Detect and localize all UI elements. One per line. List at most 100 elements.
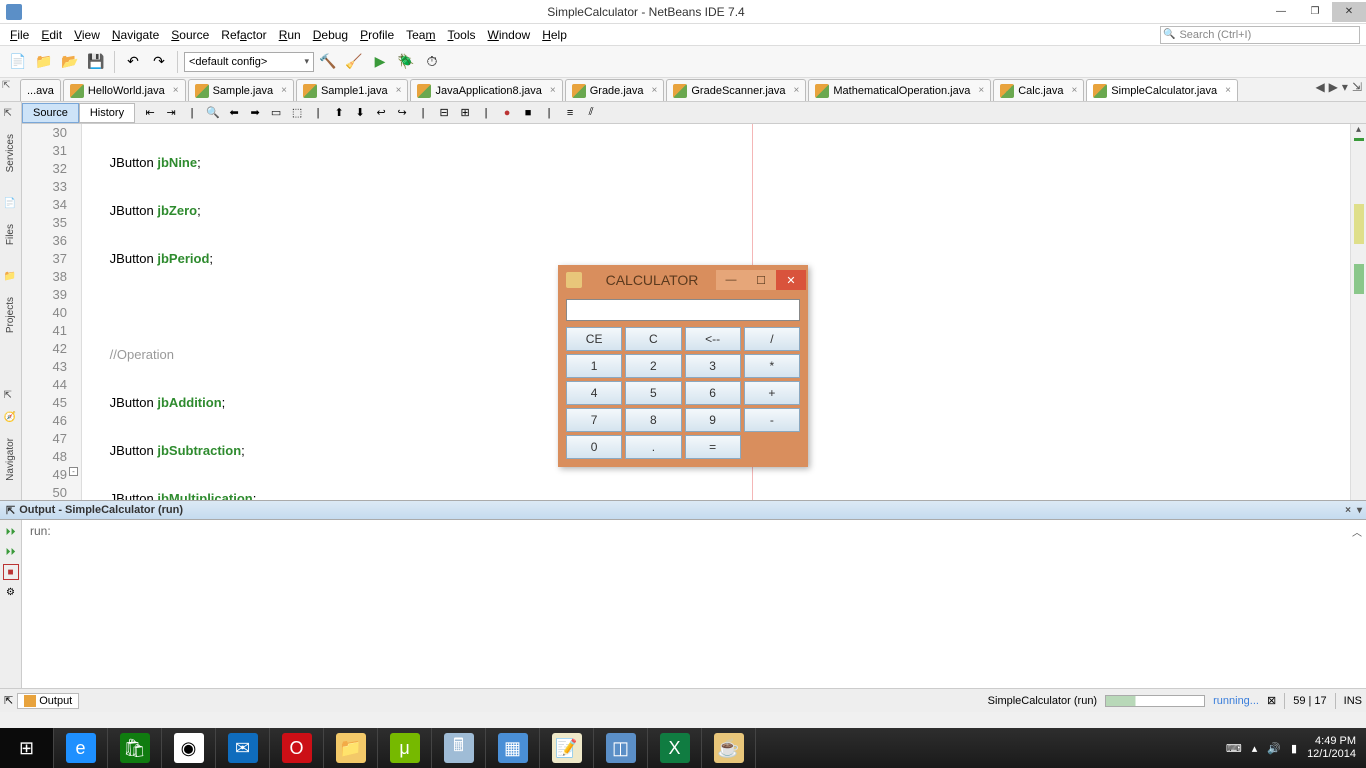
tab-next-button[interactable]: ▶ bbox=[1329, 80, 1338, 94]
tab-calc[interactable]: Calc.java× bbox=[993, 79, 1084, 101]
clean-build-button[interactable]: 🧹 bbox=[342, 50, 366, 74]
close-icon[interactable]: × bbox=[1225, 85, 1231, 96]
toggle-highlight-icon[interactable]: ▭ bbox=[267, 104, 285, 122]
calc-maximize-button[interactable]: ☐ bbox=[746, 270, 776, 290]
calc-display[interactable] bbox=[566, 299, 800, 321]
find-prev-icon[interactable]: ⬅ bbox=[225, 104, 243, 122]
taskbar-app1[interactable]: ▦ bbox=[486, 728, 540, 768]
calc-btn-<--[interactable]: <-- bbox=[685, 327, 741, 351]
close-icon[interactable]: × bbox=[1345, 505, 1351, 516]
build-button[interactable]: 🔨 bbox=[316, 50, 340, 74]
sidebar-projects[interactable]: Projects bbox=[4, 293, 17, 337]
tab-sample[interactable]: Sample.java× bbox=[188, 79, 294, 101]
restore-icon[interactable]: ⇱ bbox=[4, 694, 13, 707]
sidebar-services[interactable]: Services bbox=[4, 130, 17, 176]
shift-right-icon[interactable]: ⬇ bbox=[351, 104, 369, 122]
close-icon[interactable]: × bbox=[173, 85, 179, 96]
start-button[interactable]: ⊞ bbox=[0, 728, 54, 768]
taskbar-chrome[interactable]: ◉ bbox=[162, 728, 216, 768]
menu-debug[interactable]: Debug bbox=[307, 26, 354, 44]
calc-btn-5[interactable]: 5 bbox=[625, 381, 681, 405]
new-file-button[interactable]: 📄 bbox=[6, 50, 30, 74]
settings-icon[interactable]: ⚙ bbox=[3, 584, 19, 600]
minimize-button[interactable]: — bbox=[1264, 2, 1298, 22]
taskbar-store[interactable]: 🛍 bbox=[108, 728, 162, 768]
taskbar-calc[interactable]: 🖩 bbox=[432, 728, 486, 768]
taskbar-notepad[interactable]: 📝 bbox=[540, 728, 594, 768]
comment-icon[interactable]: ⊟ bbox=[435, 104, 453, 122]
menu-file[interactable]: File bbox=[4, 26, 35, 44]
indent-icon[interactable]: ≡ bbox=[561, 104, 579, 122]
tab-mathop[interactable]: MathematicalOperation.java× bbox=[808, 79, 991, 101]
tab-max-button[interactable]: ⇲ bbox=[1352, 80, 1362, 94]
tab-prev-button[interactable]: ◀ bbox=[1315, 80, 1324, 94]
close-icon[interactable]: × bbox=[550, 85, 556, 96]
tab-pin-icon[interactable]: ⇱ bbox=[2, 80, 10, 91]
calc-btn-4[interactable]: 4 bbox=[566, 381, 622, 405]
tab-list-button[interactable]: ▾ bbox=[1342, 80, 1348, 94]
config-combo[interactable]: <default config> bbox=[184, 52, 314, 72]
output-tab-button[interactable]: Output bbox=[17, 693, 79, 709]
calc-btn-7[interactable]: 7 bbox=[566, 408, 622, 432]
collapse-icon[interactable]: ︿ bbox=[1352, 524, 1362, 539]
rerun-icon[interactable]: ⏵⏵ bbox=[3, 524, 19, 540]
history-tab[interactable]: History bbox=[79, 103, 135, 123]
fold-toggle[interactable]: - bbox=[69, 467, 78, 476]
open-project-button[interactable]: 📂 bbox=[58, 50, 82, 74]
close-icon[interactable]: × bbox=[396, 85, 402, 96]
macro-stop-icon[interactable]: ■ bbox=[519, 104, 537, 122]
run-button[interactable]: ▶ bbox=[368, 50, 392, 74]
ins-mode[interactable]: INS bbox=[1344, 695, 1362, 707]
network-icon[interactable]: ▮ bbox=[1291, 742, 1297, 755]
menu-source[interactable]: Source bbox=[165, 26, 215, 44]
calc-btn-/[interactable]: / bbox=[744, 327, 800, 351]
volume-icon[interactable]: 🔊 bbox=[1267, 742, 1281, 755]
tab-helloworld[interactable]: HelloWorld.java× bbox=[63, 79, 186, 101]
stop-icon[interactable]: ■ bbox=[3, 564, 19, 580]
menu-team[interactable]: Team bbox=[400, 26, 441, 44]
calc-btn-0[interactable]: 0 bbox=[566, 435, 622, 459]
debug-button[interactable]: 🪲 bbox=[394, 50, 418, 74]
find-sel-icon[interactable]: 🔍 bbox=[204, 104, 222, 122]
taskbar-netbeans[interactable]: ◫ bbox=[594, 728, 648, 768]
restore-icon[interactable]: ⇱ bbox=[4, 108, 18, 122]
find-next-icon[interactable]: ➡ bbox=[246, 104, 264, 122]
menu-window[interactable]: Window bbox=[482, 26, 537, 44]
rerun2-icon[interactable]: ⏵⏵ bbox=[3, 544, 19, 560]
nav-fwd-icon[interactable]: ⇥ bbox=[162, 104, 180, 122]
error-stripe[interactable]: ▴ bbox=[1350, 124, 1366, 500]
calc-btn-9[interactable]: 9 bbox=[685, 408, 741, 432]
menu-run[interactable]: Run bbox=[273, 26, 307, 44]
prev-bookmark-icon[interactable]: ↩ bbox=[372, 104, 390, 122]
macro-record-icon[interactable]: ● bbox=[498, 104, 516, 122]
tab-gradescanner[interactable]: GradeScanner.java× bbox=[666, 79, 806, 101]
pin-icon[interactable]: ⇱ bbox=[6, 504, 15, 517]
uncomment-icon[interactable]: ⊞ bbox=[456, 104, 474, 122]
calc-btn-6[interactable]: 6 bbox=[685, 381, 741, 405]
taskbar-excel[interactable]: X bbox=[648, 728, 702, 768]
tab-sample1[interactable]: Sample1.java× bbox=[296, 79, 409, 101]
tab-ava[interactable]: ...ava bbox=[20, 79, 61, 101]
menu-help[interactable]: Help bbox=[536, 26, 573, 44]
close-button[interactable]: ✕ bbox=[1332, 2, 1366, 22]
tab-javaapp8[interactable]: JavaApplication8.java× bbox=[410, 79, 562, 101]
format-icon[interactable]: ⫽ bbox=[582, 104, 600, 122]
calc-close-button[interactable]: ✕ bbox=[776, 270, 806, 290]
maximize-button[interactable]: ❐ bbox=[1298, 2, 1332, 22]
menu-edit[interactable]: Edit bbox=[35, 26, 68, 44]
files-icon[interactable]: 📄 bbox=[4, 198, 18, 212]
calc-btn-2[interactable]: 2 bbox=[625, 354, 681, 378]
task-stop-icon[interactable]: ⊠ bbox=[1267, 694, 1276, 707]
close-icon[interactable]: × bbox=[281, 85, 287, 96]
toggle-rect-icon[interactable]: ⬚ bbox=[288, 104, 306, 122]
output-text[interactable]: run: ︿ bbox=[22, 520, 1366, 688]
menu-tools[interactable]: Tools bbox=[441, 26, 481, 44]
profile-button[interactable]: ⏱ bbox=[420, 50, 444, 74]
calc-btn-C[interactable]: C bbox=[625, 327, 681, 351]
taskbar-ie[interactable]: e bbox=[54, 728, 108, 768]
menu-navigate[interactable]: Navigate bbox=[106, 26, 165, 44]
calculator-window[interactable]: CALCULATOR — ☐ ✕ CEC<--/123*456+789-0.= bbox=[558, 265, 808, 467]
calc-btn-CE[interactable]: CE bbox=[566, 327, 622, 351]
menu-profile[interactable]: Profile bbox=[354, 26, 400, 44]
save-all-button[interactable]: 💾 bbox=[84, 50, 108, 74]
